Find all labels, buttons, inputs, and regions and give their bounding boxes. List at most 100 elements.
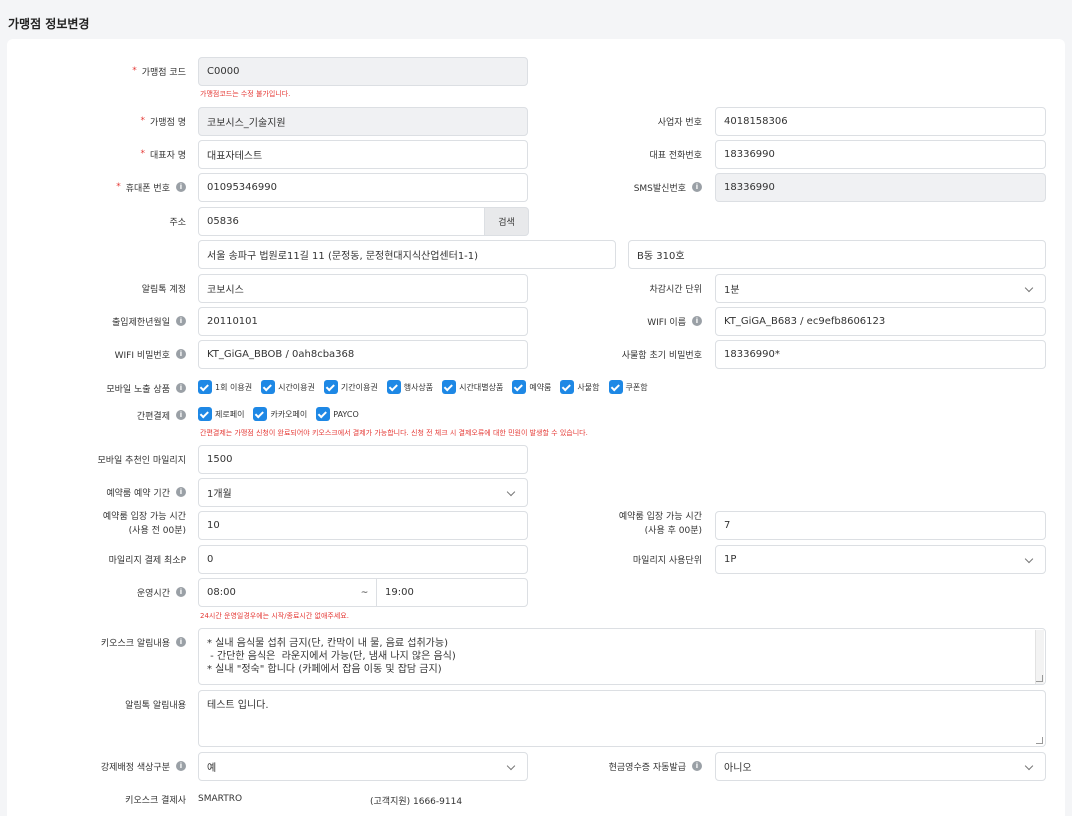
checkbox-icon[interactable] <box>323 380 338 394</box>
ceo-name-input[interactable]: 대표자테스트 <box>198 140 528 169</box>
label-rep-phone: 대표 전화번호 <box>649 150 702 161</box>
label-hours: 운영시간 i <box>60 585 186 599</box>
info-icon[interactable]: i <box>692 761 702 771</box>
easypay-checkbox-1[interactable]: 카카오페이 <box>253 407 307 421</box>
product-checkbox-2[interactable]: 기간이용권 <box>323 380 378 394</box>
label-easy-pay: 간편결제 i <box>70 408 186 422</box>
alimtalk-notice-textarea[interactable]: 테스트 입니다. <box>198 690 1046 747</box>
label-alimtalk-notice: 알림톡 알림내용 <box>125 700 186 711</box>
alimtalk-account-input[interactable]: 코보시스 <box>198 274 528 303</box>
mobile-products-group: 1회 이용권 시간이용권 기간이용권 행사상품 시간대별상품 예약룸 사물함 쿠… <box>198 380 657 394</box>
label-franchise-name: * 가맹점 명 <box>140 116 186 128</box>
wifi-name-input[interactable]: KT_GiGA_B683 / ec9efb8606123 <box>715 307 1046 336</box>
checkbox-icon[interactable] <box>512 380 527 394</box>
label-mileage-min: 마일리지 결제 최소P <box>108 555 186 566</box>
checkbox-icon[interactable] <box>608 380 623 394</box>
label-kiosk-notice: 키오스크 알림내용 i <box>60 635 186 649</box>
easy-pay-warning: 간편결제는 가맹점 신청이 완료되어야 키오스크에서 결제가 가능합니다. 신청… <box>200 429 588 437</box>
info-icon[interactable]: i <box>692 182 702 192</box>
wifi-pw-input[interactable]: KT_GiGA_BBOB / 0ah8cba368 <box>198 340 528 369</box>
kiosk-notice-line: * 실내 "정숙" 합니다 (카페에서 잡음 이동 및 잡담 금지) <box>207 664 442 675</box>
info-icon[interactable]: i <box>176 383 186 393</box>
franchise-name-input[interactable]: 코보시스_기술지원 <box>198 107 528 136</box>
mileage-min-input[interactable]: 0 <box>198 545 528 574</box>
label-reserve-period: 예약룸 예약 기간 i <box>60 485 186 499</box>
entry-after-input[interactable]: 7 <box>715 511 1046 540</box>
page-title: 가맹점 정보변경 <box>8 17 90 31</box>
label-mobile: * 휴대폰 번호 i <box>90 180 186 194</box>
franchise-code-input[interactable]: C0000 <box>198 57 528 86</box>
product-checkbox-1[interactable]: 시간이용권 <box>261 380 315 394</box>
info-icon[interactable]: i <box>176 182 186 192</box>
address-search-button[interactable]: 검색 <box>484 207 529 236</box>
label-mobile-products: 모바일 노출 상품 i <box>70 381 186 395</box>
easypay-checkbox-0[interactable]: 제로페이 <box>198 407 244 421</box>
entry-before-input[interactable]: 10 <box>198 511 528 540</box>
resize-handle-icon[interactable] <box>1036 675 1043 682</box>
label-mileage-unit: 마일리지 사용단위 <box>632 555 702 566</box>
label-wifi-pw: WIFI 비밀번호 i <box>70 347 186 361</box>
checkbox-icon[interactable] <box>198 380 212 394</box>
info-icon[interactable]: i <box>176 587 186 597</box>
forced-color-select[interactable]: 예 <box>198 752 528 781</box>
checkbox-icon[interactable] <box>261 380 276 394</box>
product-checkbox-7[interactable]: 쿠폰함 <box>608 380 648 394</box>
cash-receipt-select[interactable]: 아니오 <box>715 752 1046 781</box>
info-icon[interactable]: i <box>176 349 186 359</box>
reserve-period-select[interactable]: 1개월 <box>198 478 528 507</box>
zipcode-input[interactable]: 05836 <box>198 207 485 236</box>
address1-input[interactable]: 서울 송파구 법원로11길 11 (문정동, 문정현대지식산업센터1-1) <box>198 240 616 269</box>
resize-handle-icon[interactable] <box>1036 737 1043 744</box>
checkbox-icon[interactable] <box>386 380 401 394</box>
biz-number-input[interactable]: 4018158306 <box>715 107 1046 136</box>
label-wifi-name: WIFI 이름 i <box>600 314 702 328</box>
checkbox-icon[interactable] <box>253 407 268 421</box>
info-icon[interactable]: i <box>176 487 186 497</box>
checkbox-icon[interactable] <box>560 380 575 394</box>
label-address: 주소 <box>169 217 186 228</box>
info-icon[interactable]: i <box>176 637 186 647</box>
kiosk-notice-textarea[interactable]: * 실내 음식물 섭취 금지(단, 칸막이 내 물, 음료 섭취가능) - 간단… <box>198 628 1046 685</box>
locker-pw-input[interactable]: 18336990* <box>715 340 1046 369</box>
label-entry-before: 예약룸 입장 가능 시간 (사용 전 00분) <box>102 511 186 536</box>
label-alimtalk-account: 알림톡 계정 <box>141 284 186 295</box>
kiosk-notice-line: * 실내 음식물 섭취 금지(단, 칸막이 내 물, 음료 섭취가능) <box>207 638 448 649</box>
label-cash-receipt: 현금영수증 자동발급 i <box>576 759 702 773</box>
alimtalk-notice-text: 테스트 입니다. <box>207 700 269 711</box>
label-kiosk-pg: 키오스크 결제사 <box>125 795 186 806</box>
rep-phone-input[interactable]: 18336990 <box>715 140 1046 169</box>
mileage-unit-select[interactable]: 1P <box>715 545 1046 574</box>
easy-pay-group: 제로페이 카카오페이 PAYCO <box>198 407 368 421</box>
info-icon[interactable]: i <box>176 410 186 420</box>
kiosk-pg-value: SMARTRO <box>198 794 243 804</box>
label-ceo-name: * 대표자 명 <box>140 149 186 161</box>
info-icon[interactable]: i <box>176 761 186 771</box>
mobile-input[interactable]: 01095346990 <box>198 173 528 202</box>
info-icon[interactable]: i <box>692 316 702 326</box>
label-entry-after: 예약룸 입장 가능 시간 (사용 후 00분) <box>618 511 702 536</box>
address2-input[interactable]: B동 310호 <box>628 240 1046 269</box>
hours-end-input[interactable]: 19:00 <box>376 578 528 607</box>
product-checkbox-4[interactable]: 시간대별상품 <box>442 380 503 394</box>
easypay-checkbox-2[interactable]: PAYCO <box>316 407 359 421</box>
label-locker-pw: 사물함 초기 비밀번호 <box>621 350 702 361</box>
deduct-unit-select[interactable]: 1분 <box>715 274 1046 303</box>
product-checkbox-6[interactable]: 사물함 <box>560 380 600 394</box>
info-icon[interactable]: i <box>176 316 186 326</box>
referrer-mileage-input[interactable]: 1500 <box>198 445 528 474</box>
hours-warning: 24시간 운영일경우에는 시작/종료시간 없애주세요. <box>200 612 349 620</box>
sms-sender-input[interactable]: 18336990 <box>715 173 1046 202</box>
code-locked-message: 가맹점코드는 수정 불가입니다. <box>200 90 291 98</box>
label-deduct-unit: 차감시간 단위 <box>649 284 702 295</box>
checkbox-icon[interactable] <box>442 380 457 394</box>
hours-separator: ~ <box>352 578 377 607</box>
entry-birth-input[interactable]: 20110101 <box>198 307 528 336</box>
product-checkbox-3[interactable]: 행사상품 <box>386 380 433 394</box>
checkbox-icon[interactable] <box>198 407 212 421</box>
label-entry-birth: 출입제한년월일 i <box>70 314 186 328</box>
label-biz-number: 사업자 번호 <box>657 117 702 128</box>
hours-start-input[interactable]: 08:00 <box>198 578 353 607</box>
checkbox-icon[interactable] <box>316 407 331 421</box>
product-checkbox-0[interactable]: 1회 이용권 <box>198 380 252 394</box>
product-checkbox-5[interactable]: 예약룸 <box>512 380 551 394</box>
